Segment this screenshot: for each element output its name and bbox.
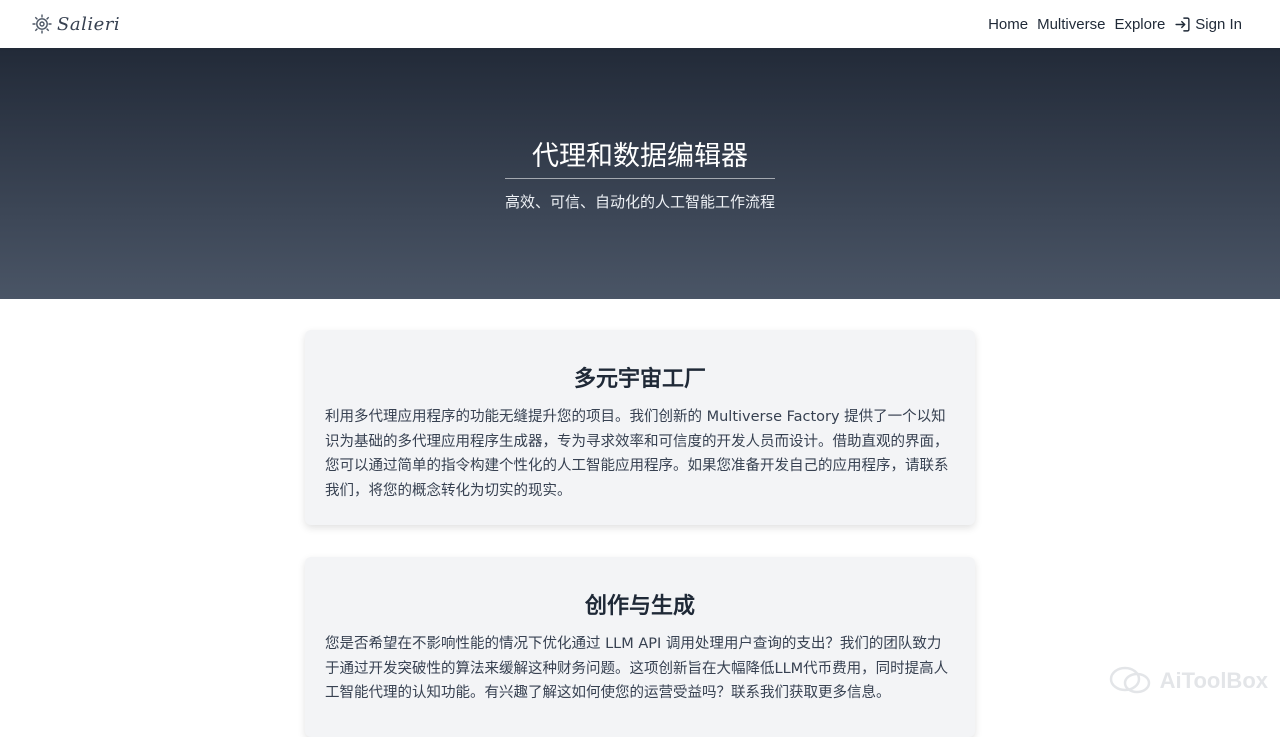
brand-name: Salieri <box>57 14 120 35</box>
nav-multiverse-link[interactable]: Multiverse <box>1037 16 1105 33</box>
nav-multiverse-label: Multiverse <box>1037 16 1105 33</box>
feature-card-creation-generation: 创作与生成 您是否希望在不影响性能的情况下优化通过 LLM API 调用处理用户… <box>305 557 975 737</box>
card-description: 您是否希望在不影响性能的情况下优化通过 LLM API 调用处理用户查询的支出？… <box>325 632 955 706</box>
feature-card-multiverse-factory: 多元宇宙工厂 利用多代理应用程序的功能无缝提升您的项目。我们创新的 Multiv… <box>305 330 975 525</box>
hero-divider <box>505 178 775 179</box>
nav-explore-label: Explore <box>1114 16 1165 33</box>
brand-logo[interactable]: Salieri <box>30 12 120 36</box>
nav-sign-in-link[interactable]: Sign In <box>1174 16 1242 33</box>
hero-subtitle: 高效、可信、自动化的人工智能工作流程 <box>0 191 1280 212</box>
card-title: 创作与生成 <box>325 557 955 620</box>
watermark: AiToolBox <box>1108 665 1268 697</box>
top-navbar: Salieri Home Multiverse Explore Sign In <box>0 0 1280 48</box>
nav-home-label: Home <box>988 16 1028 33</box>
hero-title: 代理和数据编辑器 <box>0 134 1280 173</box>
nav-explore-link[interactable]: Explore <box>1114 16 1165 33</box>
hero-banner: 代理和数据编辑器 高效、可信、自动化的人工智能工作流程 <box>0 48 1280 299</box>
sign-in-icon <box>1174 16 1191 33</box>
nav-home-link[interactable]: Home <box>988 16 1028 33</box>
chat-bubble-icon <box>1108 665 1152 697</box>
card-description: 利用多代理应用程序的功能无缝提升您的项目。我们创新的 Multiverse Fa… <box>325 405 955 503</box>
card-title: 多元宇宙工厂 <box>325 330 955 393</box>
gear-logo-icon <box>30 12 54 36</box>
watermark-text: AiToolBox <box>1160 668 1268 694</box>
nav-links: Home Multiverse Explore Sign In <box>988 16 1242 33</box>
nav-sign-in-label: Sign In <box>1195 16 1242 33</box>
